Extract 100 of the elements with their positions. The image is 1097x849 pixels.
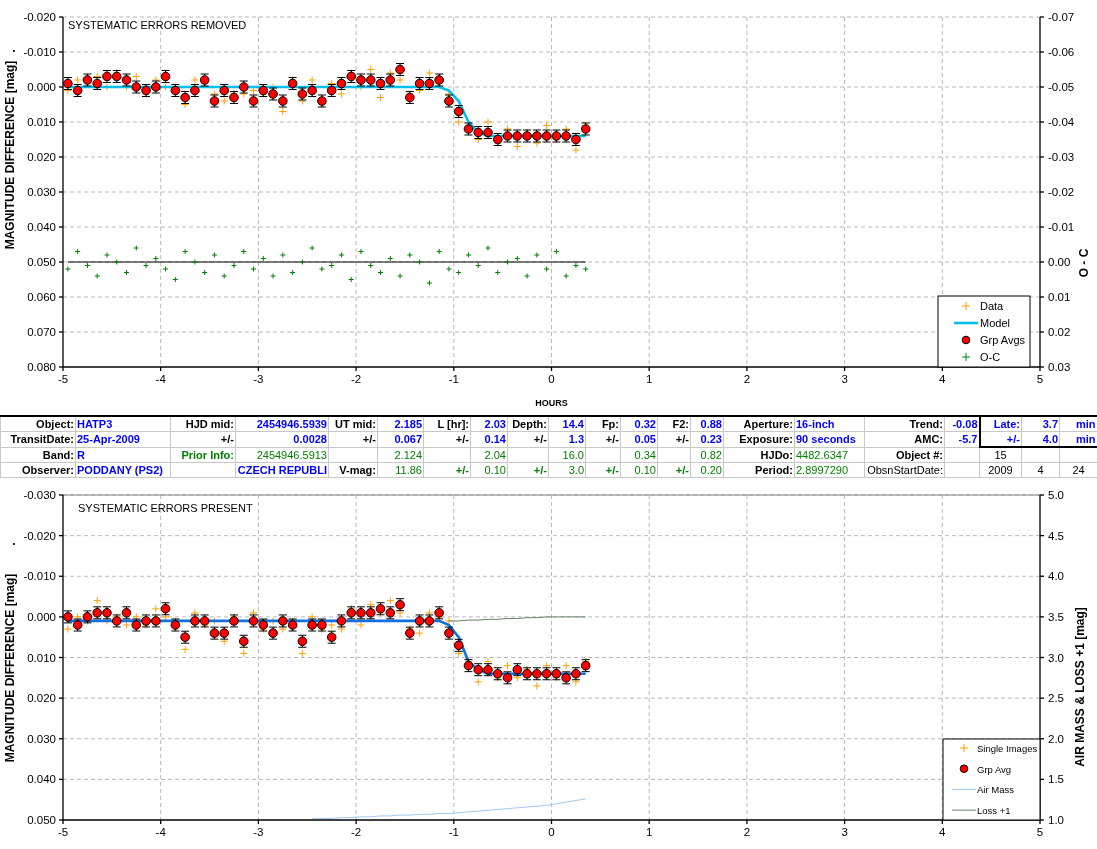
field-value: 0.20	[690, 462, 724, 478]
axis-tick-label: -0.020	[23, 11, 56, 23]
axis-tick-label: 3.0	[1048, 651, 1064, 664]
axis-tick-label: -4	[155, 826, 166, 838]
field-value: 15	[979, 447, 1022, 463]
field-label: +/-	[585, 431, 621, 447]
axis-tick-label: 0.00	[1048, 256, 1071, 268]
y-axis-label: AIR MASS & LOSS +1 [mag]	[1073, 607, 1087, 767]
axis-tick-label: 0.020	[27, 692, 56, 705]
axis-tick-label: 0.000	[27, 610, 56, 623]
field-label: +/-	[170, 431, 236, 447]
field-label: +/-	[657, 462, 691, 478]
field-label: +/-	[507, 431, 549, 447]
axis-tick-label: -0.05	[1048, 81, 1075, 93]
axis-tick-label: -0.010	[23, 46, 56, 58]
field-label: Object #:	[864, 447, 945, 463]
axis-tick-label: -3	[253, 826, 264, 838]
axis-tick-label: -2	[351, 373, 362, 385]
field-value: 4482.6347	[794, 447, 865, 463]
field-value: Late:	[979, 416, 1022, 432]
field-value: 2454946.5939	[235, 416, 329, 432]
axis-tick-label: 5.0	[1048, 489, 1064, 501]
axis-tick-label: 3.5	[1048, 610, 1064, 623]
axis-tick-label: -0.01	[1048, 221, 1075, 233]
axis-tick-label: 0.070	[27, 326, 56, 338]
axis-tick-label: 1	[646, 373, 653, 385]
axis-tick-label: 1	[646, 826, 653, 838]
axis-tick-label: 2.0	[1048, 732, 1064, 745]
legend-label: Loss +1	[977, 805, 1011, 817]
axis-tick-label: -0.02	[1048, 186, 1075, 198]
field-value: 2.8997290	[794, 462, 865, 478]
field-label: Trend:	[864, 416, 945, 432]
legend-label: Grp Avg	[977, 763, 1012, 775]
axis-tick-label: 1.0	[1048, 814, 1064, 826]
axis-tick-label: 0.050	[27, 256, 56, 268]
axis-tick-label: -0.020	[23, 529, 56, 542]
axis-tick-label: -0.03	[1048, 151, 1075, 163]
field-value: 2.124	[377, 447, 424, 463]
axis-tick-label: 0.020	[27, 151, 56, 163]
axis-tick-label: 0.060	[27, 291, 56, 303]
field-value: 0.0028	[235, 431, 329, 447]
legend-label: Grp Avgs	[980, 334, 1026, 346]
axis-tick-label: 5	[1036, 826, 1044, 838]
field-value: 16.0	[548, 447, 586, 463]
field-value: 14.4	[548, 416, 586, 432]
axis-note: .	[12, 534, 16, 548]
chart-title: SYSTEMATIC ERRORS REMOVED	[68, 19, 247, 31]
y-axis-label: MAGNITUDE DIFFERENCE [mag]	[3, 573, 17, 763]
field-value: 0.82	[690, 447, 724, 463]
field-label: ObsnStartDate:	[864, 462, 945, 478]
field-label: +/-	[657, 431, 691, 447]
field-value: min	[1059, 416, 1097, 432]
field-value: PODDANY (PS2)	[75, 462, 171, 478]
field-value: 0.05	[620, 431, 658, 447]
field-label: Band:	[0, 447, 76, 463]
field-value: 4.0	[1021, 431, 1060, 447]
field-label: HJDo:	[723, 447, 795, 463]
field-label: Depth:	[507, 416, 549, 432]
axis-tick-label: 5	[1036, 373, 1044, 385]
field-value: 0.23	[690, 431, 724, 447]
axis-tick-label: 0	[548, 826, 555, 838]
field-label: Object:	[0, 416, 76, 432]
field-label: Period:	[723, 462, 795, 478]
field-value: 11.86	[377, 462, 424, 478]
field-label: +/-	[328, 431, 378, 447]
field-value: 0.88	[690, 416, 724, 432]
field-value: 2.185	[377, 416, 424, 432]
field-value: +/-	[979, 431, 1022, 447]
axis-tick-label: 0.050	[27, 814, 56, 826]
y-axis-label: O - C	[1077, 248, 1091, 278]
field-value: 2.04	[470, 447, 508, 463]
axis-tick-label: 0.030	[27, 732, 56, 745]
legend-label: O-C	[980, 351, 1001, 363]
axis-tick-label: 3	[841, 826, 848, 838]
field-label: +/-	[585, 462, 621, 478]
axis-tick-label: 4.0	[1048, 570, 1064, 583]
field-value: 2009	[979, 462, 1022, 478]
axis-tick-label: -0.04	[1048, 116, 1075, 128]
field-label: AMC:	[864, 431, 945, 447]
axis-tick-label: -1	[448, 826, 459, 838]
axis-tick-label: 0.03	[1048, 361, 1071, 373]
field-label: Prior Info:	[170, 447, 236, 463]
field-value: 0.34	[620, 447, 658, 463]
field-label: +/-	[423, 431, 471, 447]
field-value: 2.03	[470, 416, 508, 432]
field-value: 0.14	[470, 431, 508, 447]
axis-tick-label: 0.010	[27, 116, 56, 128]
axis-tick-label: 0.040	[27, 773, 56, 786]
axis-tick-label: 0.030	[27, 186, 56, 198]
axis-tick-label: 0.01	[1048, 291, 1071, 303]
axis-tick-label: 0	[548, 373, 555, 385]
axis-tick-label: -0.06	[1048, 46, 1075, 58]
field-value: 0.10	[470, 462, 508, 478]
axis-tick-label: -5	[57, 826, 69, 838]
y-axis-label: MAGNITUDE DIFFERENCE [mag]	[3, 60, 17, 250]
field-label: Observer:	[0, 462, 76, 478]
axis-tick-label: 1.5	[1048, 773, 1064, 786]
field-label: TransitDate:	[0, 431, 76, 447]
field-value: HATP3	[75, 416, 171, 432]
axis-tick-label: 2	[743, 373, 751, 385]
